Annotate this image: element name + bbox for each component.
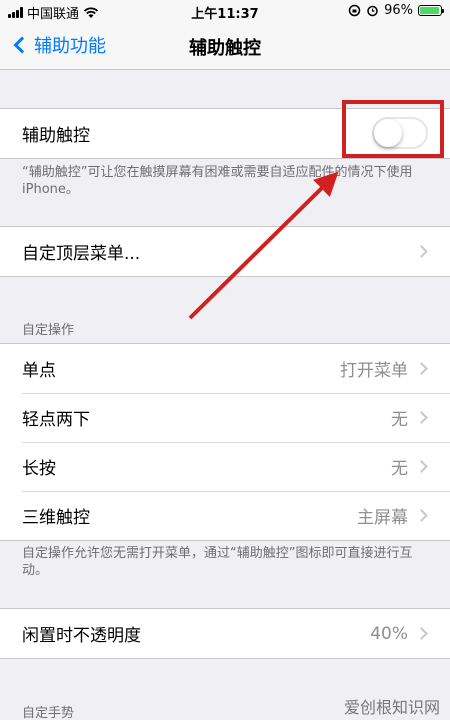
watermark: 爱创根知识网: [343, 698, 440, 717]
annotation-arrow: [188, 171, 339, 320]
